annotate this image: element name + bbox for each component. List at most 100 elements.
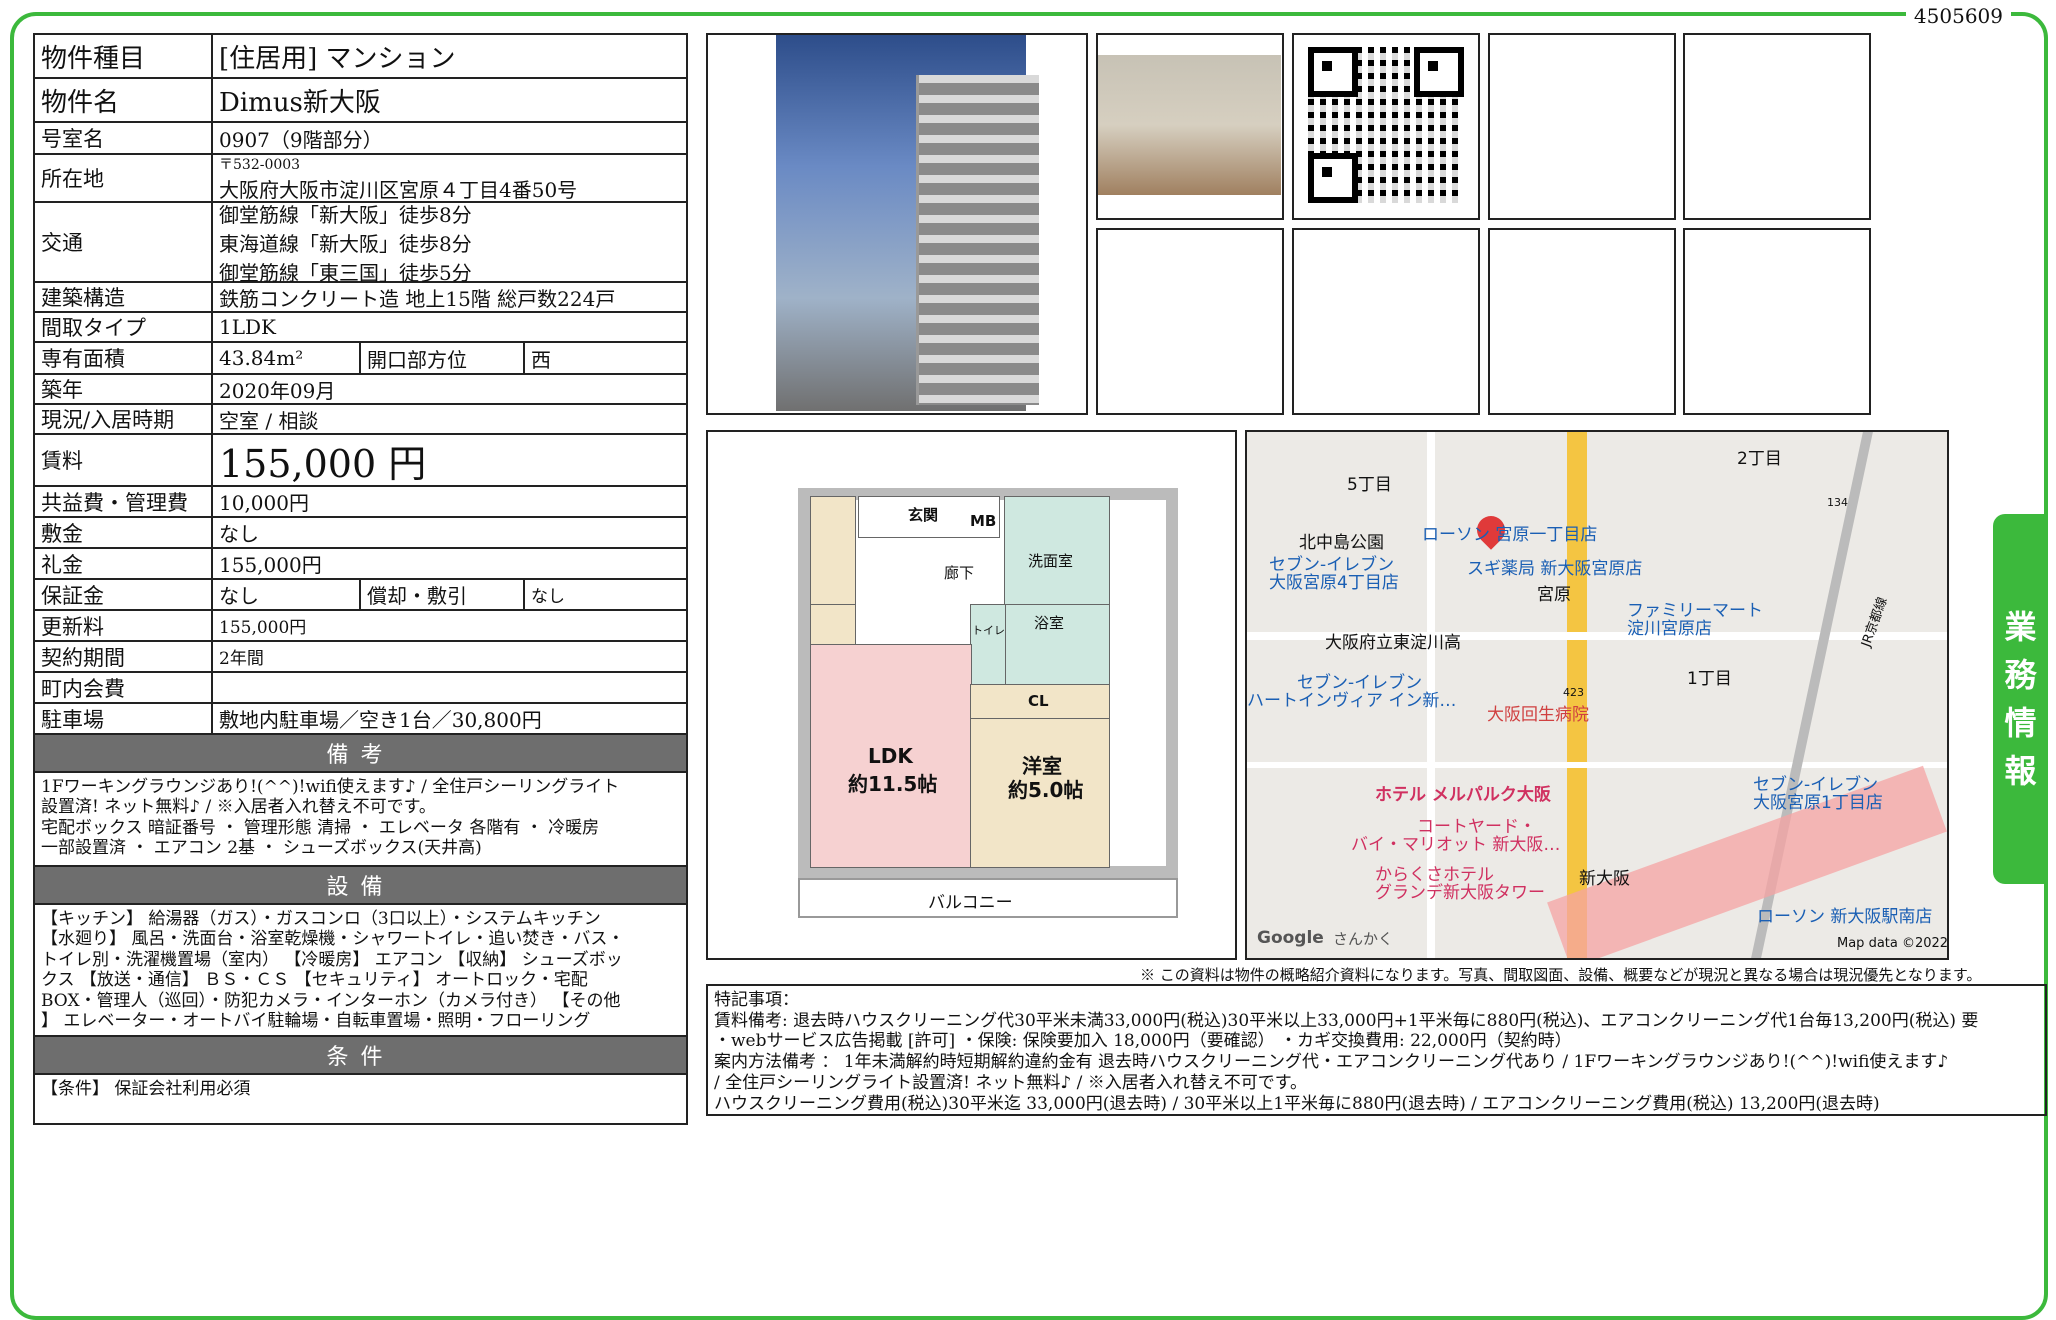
business-info-tab[interactable]: 業 務 情 報 (1993, 514, 2048, 884)
notes-line: 案内方法備考 ： 1年未満解約時短期解約違約金有 退去時ハウスクリーニング代・エ… (714, 1052, 1949, 1073)
remarks-heading: 備考 (35, 735, 686, 773)
lounge-image (1098, 55, 1281, 195)
address-label: 所在地 (35, 155, 213, 201)
map-label: 大阪宮原1丁目店 (1753, 793, 1883, 813)
renewal-label: 更新料 (35, 611, 213, 640)
parking-label: 駐車場 (35, 704, 213, 733)
building-photo (706, 33, 1088, 415)
access-label: 交通 (35, 203, 213, 281)
map-label: 大阪府立東淀川高 (1325, 633, 1461, 653)
fee-value: 10,000円 (219, 491, 309, 515)
building-image (776, 35, 1039, 411)
map-label: 新大阪 (1579, 869, 1630, 889)
facilities-line: トイレ別・洗濯機置場（室内） 【冷暖房】 エアコン 【収納】 シューズボッ (41, 949, 623, 970)
notes-line: ・webサービス広告掲載 [許可] ・保険: 保険要加入 18,000円（要確認… (714, 1031, 1572, 1052)
facilities-block: 【キッチン】 給湯器（ガス）・ガスコンロ（3口以上）・システムキッチン 【水廻り… (35, 905, 686, 1037)
plan-rouka: 廊下 (944, 564, 975, 582)
map-attribution: Map data ©2022 (1837, 936, 1949, 951)
map-label: ホテル メルパルク大阪 (1375, 785, 1551, 805)
map-label: バイ・マリオット 新大阪… (1351, 835, 1561, 855)
facilities-heading: 設備 (35, 867, 686, 905)
floor-plan: 玄関 MB 廊下 洗面室 浴室 トイレ CL LDK 約11.5帖 洋室 約5.… (706, 430, 1237, 960)
plan-mb: MB (970, 512, 997, 530)
plan-yokushitsu: 浴室 (1034, 614, 1065, 632)
deposit-label: 敷金 (35, 518, 213, 547)
photo-slot (1096, 228, 1284, 415)
map-label: 423 (1563, 686, 1584, 699)
plan-toilet: トイレ (972, 624, 1005, 637)
plan-youshitsu-size: 約5.0帖 (1008, 778, 1084, 802)
layout-label: 間取タイプ (35, 313, 213, 341)
fee-label: 共益費・管理費 (35, 487, 213, 516)
amort-label: 償却・敷引 (361, 580, 525, 609)
type-value: [住居用] マンション (219, 43, 456, 74)
deposit-value: なし (219, 522, 259, 546)
plan-cl: CL (1028, 692, 1049, 710)
remarks-line: 設置済! ネット無料♪ / ※入居者入れ替え不可です。 (41, 797, 436, 818)
structure-value: 鉄筋コンクリート造 地上15階 総戸数224戸 (219, 286, 616, 311)
map-label: 5丁目 (1347, 475, 1392, 495)
remarks-line: 宅配ボックス 暗証番号 ・ 管理形態 清掃 ・ エレベータ 各階有 ・ 冷暖房 (41, 817, 600, 838)
access-line: 御堂筋線「新大阪」徒歩8分 (219, 202, 472, 227)
tab-char: 業 (2004, 608, 2037, 646)
name-value: Dimus新大阪 (219, 87, 381, 118)
map-label: 134 (1827, 496, 1848, 509)
contract-label: 契約期間 (35, 642, 213, 671)
keymoney-label: 礼金 (35, 549, 213, 578)
notes-title: 特記事項： (714, 990, 799, 1010)
map-label: 大阪宮原4丁目店 (1269, 573, 1399, 593)
type-label: 物件種目 (35, 35, 213, 77)
conditions-line: 【条件】 保証会社利用必須 (41, 1079, 251, 1099)
structure-label: 建築構造 (35, 283, 213, 311)
contract-value: 2年間 (219, 649, 264, 669)
remarks-block: 1Fワーキングラウンジあり!(^^)!wifi使えます♪ / 全住戸シーリングラ… (35, 773, 686, 867)
qr-code[interactable] (1292, 33, 1480, 220)
keymoney-value: 155,000円 (219, 553, 322, 577)
photo-slot (1683, 33, 1871, 220)
area-label: 専有面積 (35, 343, 213, 373)
built-label: 築年 (35, 375, 213, 403)
map-label: JR京都線 (1858, 595, 1891, 650)
guarantee-label: 保証金 (35, 580, 213, 609)
status-value: 空室 / 相談 (219, 408, 319, 433)
photo-slot (1488, 228, 1676, 415)
area-value: 43.84m² (213, 343, 361, 373)
photo-slot (1292, 228, 1480, 415)
map-label: ローソン 新大阪駅南店 (1757, 907, 1933, 927)
facilities-line: 】 エレベーター・オートバイ駐輪場・自転車置場・照明・フローリング (41, 1010, 591, 1031)
facilities-line: クス 【放送・通信】 ＢＳ・ＣＳ 【セキュリティ】 オートロック・宅配 (41, 970, 588, 991)
facilities-line: BOX・管理人（巡回）・防犯カメラ・インターホン（カメラ付き） 【その他 (41, 990, 621, 1011)
map-label: ハートインヴィア イン新… (1247, 691, 1457, 711)
plan-balcony: バルコニー (928, 893, 1013, 913)
photo-slot (1488, 33, 1676, 220)
plan-senmen: 洗面室 (1028, 552, 1074, 570)
document-id: 4505609 (1905, 4, 2011, 28)
room-label: 号室名 (35, 123, 213, 153)
map-label: 大阪回生病院 (1487, 705, 1589, 725)
name-label: 物件名 (35, 79, 213, 121)
guarantee-value: なし (213, 580, 361, 609)
property-table: 物件種目 [住居用] マンション 物件名 Dimus新大阪 号室名 0907（9階部分… (33, 33, 688, 1125)
tab-char: 報 (2004, 752, 2037, 790)
notes-line: 賃料備考: 退去時ハウスクリーニング代30平米未満33,000円(税込)30平米… (714, 1010, 1979, 1031)
rent-label: 賃料 (35, 435, 213, 485)
google-logo: Google (1257, 928, 1324, 948)
opening-value: 西 (531, 347, 551, 372)
tab-char: 務 (2004, 656, 2037, 694)
access-line: 東海道線「新大阪」徒歩8分 (219, 231, 472, 256)
disclaimer: ※ この資料は物件の概略紹介資料になります。写真、間取図面、設備、概要などが現況… (1140, 966, 1982, 984)
remarks-line: 一部設置済 ・ エアコン 2基 ・ シューズボックス(天井高) (41, 838, 482, 859)
notes-line: / 全住戸シーリングライト設置済! ネット無料♪ / ※入居者入れ替え不可です。 (714, 1072, 1308, 1093)
map-label: 2丁目 (1737, 449, 1782, 469)
tab-char: 情 (2004, 704, 2037, 742)
remarks-line: 1Fワーキングラウンジあり!(^^)!wifi使えます♪ / 全住戸シーリングラ… (41, 777, 620, 797)
amort-value: なし (531, 587, 565, 607)
map-label: さんかく (1333, 930, 1394, 948)
location-map[interactable]: 5丁目 2丁目 北中島公園 ローソン 宮原一丁目店 セブン-イレブン 大阪宮原4… (1245, 430, 1949, 960)
status-label: 現況/入居時期 (35, 405, 213, 433)
room-value: 0907（9階部分） (219, 127, 383, 152)
layout-value: 1LDK (219, 315, 276, 339)
facilities-line: 【キッチン】 給湯器（ガス）・ガスコンロ（3口以上）・システムキッチン (41, 909, 601, 929)
address-zip: 〒532-0003 (219, 156, 301, 173)
rent-value: 155,000 円 (219, 441, 427, 486)
